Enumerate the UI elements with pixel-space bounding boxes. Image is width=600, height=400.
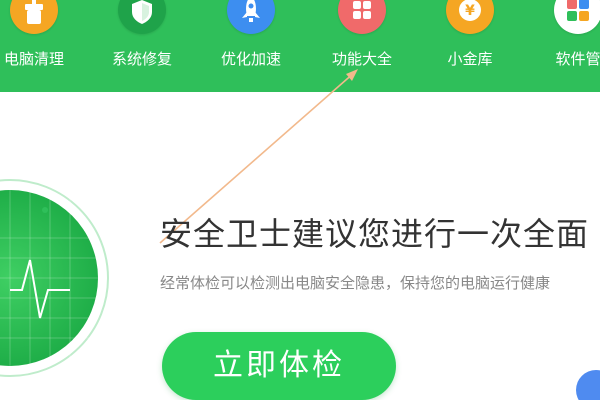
nav-label: 系统修复 xyxy=(111,50,172,68)
nav-label: 功能大全 xyxy=(331,50,392,68)
nav-label: 小金库 xyxy=(447,50,493,68)
radar-scan-graphic xyxy=(0,179,109,377)
checkup-description: 经常体检可以检测出电脑安全隐患，保持您的电脑运行健康 xyxy=(160,274,551,292)
shield-icon xyxy=(118,0,166,34)
nav-label: 软件管 xyxy=(555,50,600,68)
nav-item-small-treasury[interactable]: ¥ 小金库 xyxy=(420,0,520,92)
start-checkup-button[interactable]: 立即体检 xyxy=(162,332,396,400)
broom-icon xyxy=(10,0,58,34)
floating-assistant-icon[interactable] xyxy=(576,370,600,400)
nav-label: 优化加速 xyxy=(220,50,281,68)
top-nav-bar: 电脑清理 系统修复 优化加速 功能大全 ¥ 小金库 软件管 xyxy=(0,0,600,92)
nav-label: 电脑清理 xyxy=(3,50,64,68)
software-manager-icon xyxy=(554,0,600,34)
nav-item-speed-up[interactable]: 优化加速 xyxy=(201,0,301,92)
nav-item-software-manager[interactable]: 软件管 xyxy=(528,0,600,92)
nav-item-pc-cleanup[interactable]: 电脑清理 xyxy=(0,0,84,92)
yuan-coin-icon: ¥ xyxy=(446,0,494,34)
svg-text:¥: ¥ xyxy=(465,3,475,19)
nav-item-all-features[interactable]: 功能大全 xyxy=(312,0,412,92)
checkup-headline: 安全卫士建议您进行一次全面 xyxy=(160,215,590,253)
nav-item-system-repair[interactable]: 系统修复 xyxy=(92,0,192,92)
rocket-icon xyxy=(227,0,275,34)
grid-icon xyxy=(338,0,386,34)
security-app-window: 电脑清理 系统修复 优化加速 功能大全 ¥ 小金库 软件管 安全卫士建议您进行一… xyxy=(0,0,600,400)
